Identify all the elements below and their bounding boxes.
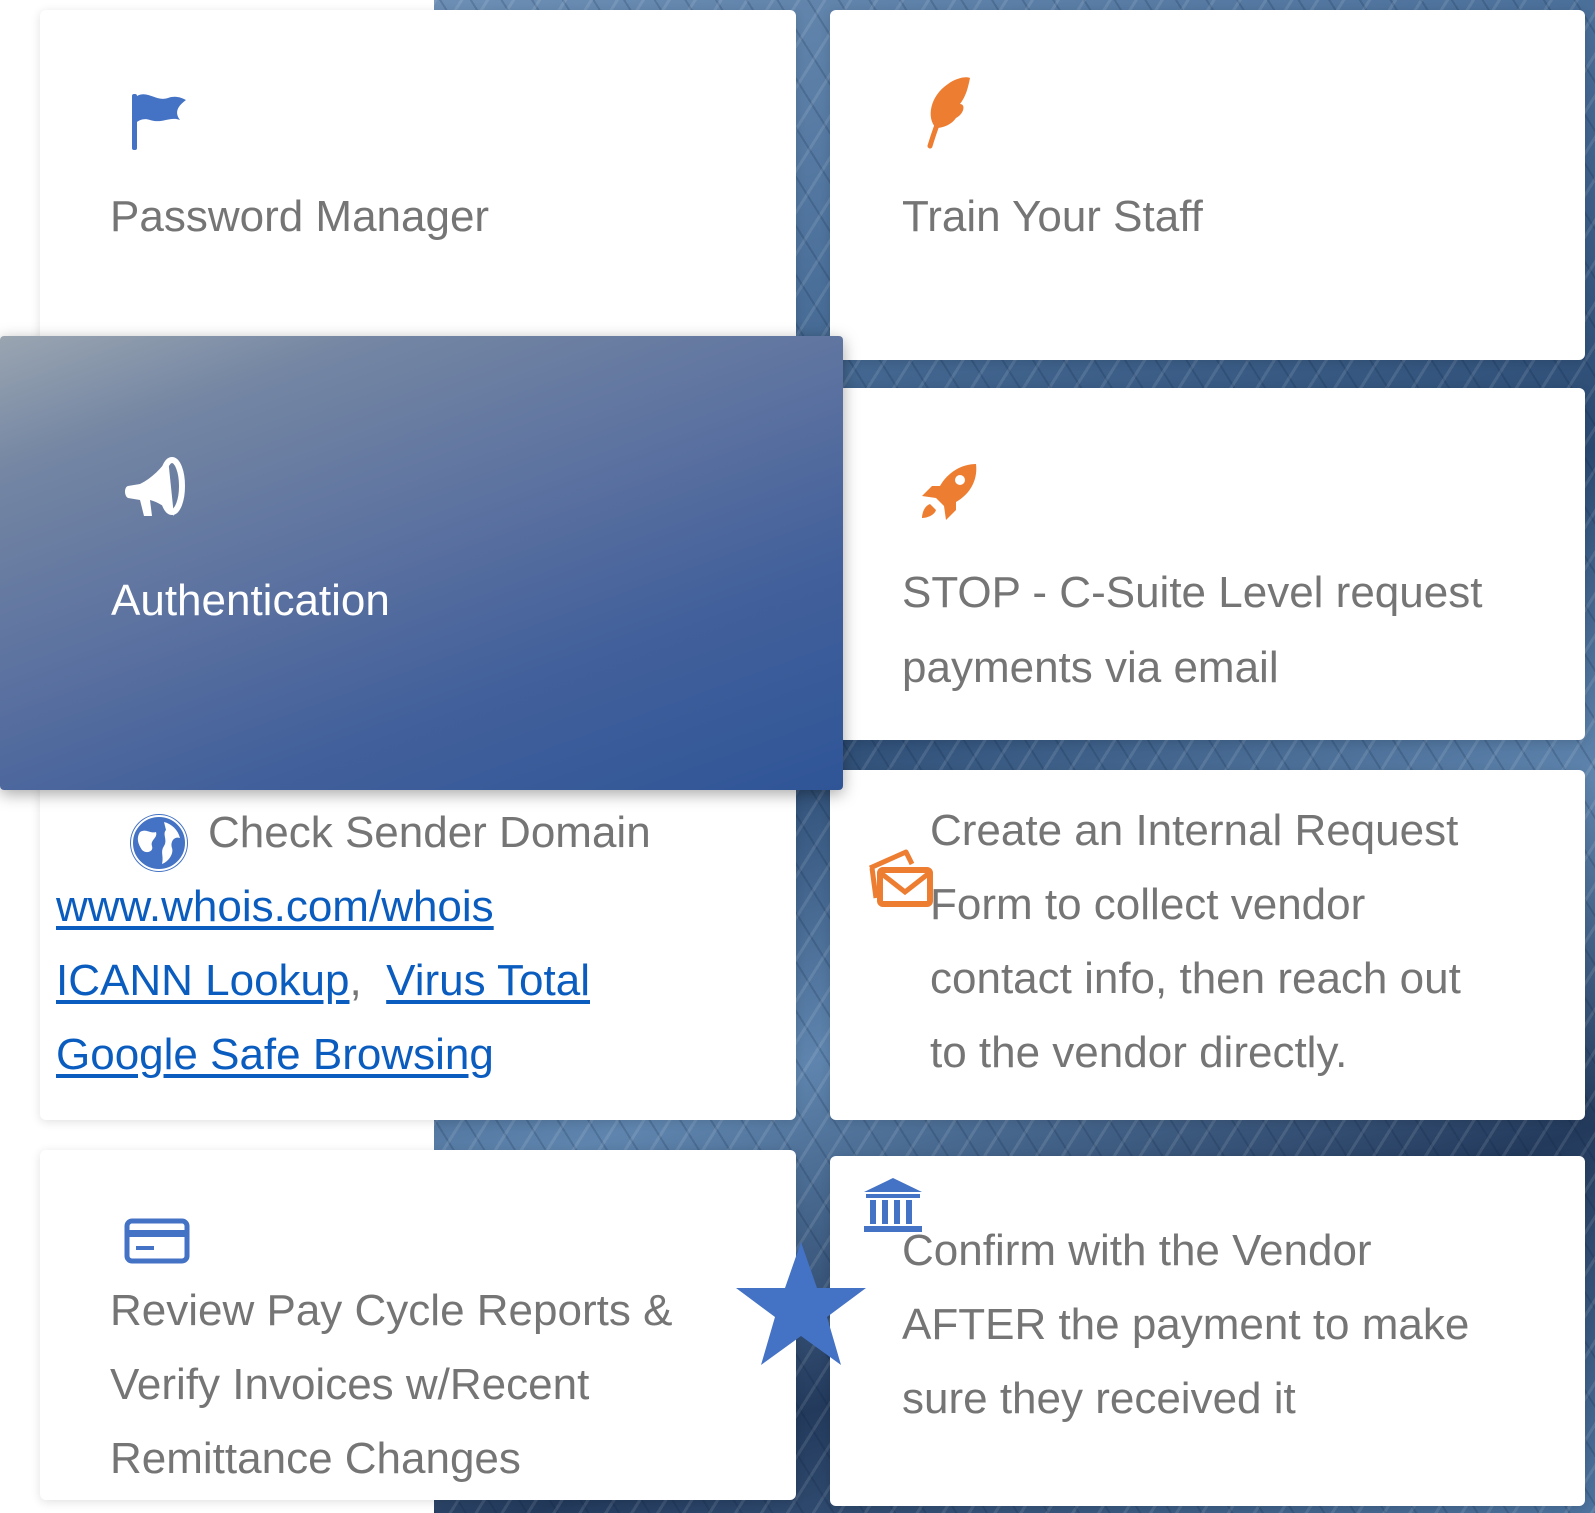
flag-icon xyxy=(132,94,186,150)
card-title-line: STOP - C-Suite Level request xyxy=(902,568,1483,617)
card-title-line: Verify Invoices w/Recent xyxy=(110,1360,590,1409)
card-title-line: sure they received it xyxy=(902,1374,1296,1423)
card-check-sender-domain: Check Sender Domain www.whois.com/whois … xyxy=(40,760,796,1120)
link-row: ICANN Lookup, Virus Total xyxy=(56,944,590,1019)
card-title-line: Form to collect vendor xyxy=(930,880,1366,929)
link-row: Google Safe Browsing xyxy=(56,1018,494,1093)
card-internal-request: Create an Internal Request Form to colle… xyxy=(830,770,1585,1120)
card-confirm-vendor: Confirm with the Vendor AFTER the paymen… xyxy=(830,1156,1585,1506)
icann-lookup-link[interactable]: ICANN Lookup xyxy=(56,956,349,1005)
star-icon xyxy=(736,1242,866,1365)
card-title-line: Confirm with the Vendor xyxy=(902,1226,1372,1275)
card-stop-csuite: STOP - C-Suite Level request payments vi… xyxy=(838,388,1585,740)
google-safe-browsing-link[interactable]: Google Safe Browsing xyxy=(56,1030,494,1079)
card-title-line: Remittance Changes xyxy=(110,1434,521,1483)
card-title-line: AFTER the payment to make xyxy=(902,1300,1470,1349)
link-separator: , xyxy=(349,956,362,1005)
card-review-pay-cycle: Review Pay Cycle Reports & Verify Invoic… xyxy=(40,1150,796,1500)
card-title: Check Sender Domain xyxy=(208,808,651,857)
virus-total-link[interactable]: Virus Total xyxy=(386,956,590,1005)
megaphone-icon xyxy=(125,457,185,516)
card-title-line: contact info, then reach out xyxy=(930,954,1461,1003)
card-title-line: Review Pay Cycle Reports & xyxy=(110,1286,673,1335)
card-password-manager: Password Manager xyxy=(40,10,796,355)
card-title: Authentication xyxy=(111,576,390,625)
globe-icon xyxy=(130,814,188,872)
card-title-line: payments via email xyxy=(902,643,1279,692)
link-row: www.whois.com/whois xyxy=(56,870,494,945)
card-title-line: Create an Internal Request xyxy=(930,806,1459,855)
rocket-icon xyxy=(922,464,977,520)
whois-link[interactable]: www.whois.com/whois xyxy=(56,882,494,931)
card-title-line: to the vendor directly. xyxy=(930,1028,1348,1077)
credit-card-icon xyxy=(124,1218,190,1264)
card-train-your-staff: Train Your Staff xyxy=(830,10,1585,360)
feather-icon xyxy=(927,77,970,149)
card-authentication[interactable]: Authentication xyxy=(0,336,843,790)
card-title: Train Your Staff xyxy=(902,192,1203,241)
card-title: Password Manager xyxy=(110,192,490,241)
mail-envelope-icon xyxy=(868,849,933,907)
